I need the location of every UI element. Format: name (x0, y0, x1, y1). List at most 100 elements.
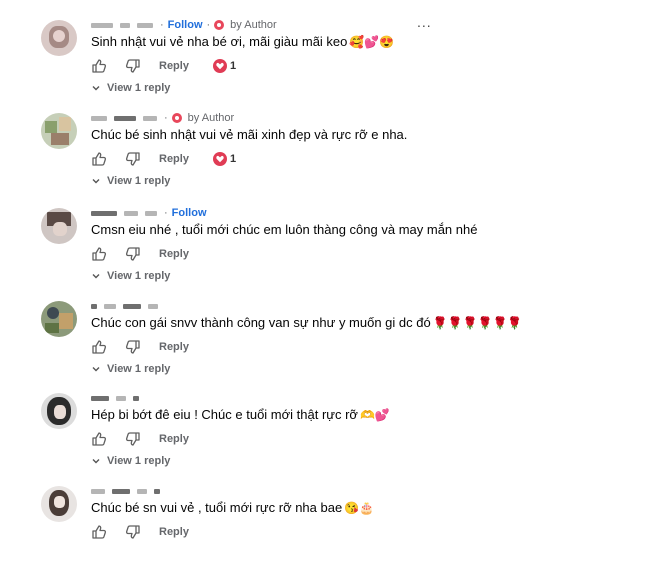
comment-text: Chúc bé sinh nhật vui vẻ mãi xinh đẹp và… (91, 127, 408, 142)
thumbs-down-icon[interactable] (125, 58, 141, 74)
view-replies-button[interactable]: View 1 reply (91, 175, 170, 187)
comment-text-row: Hép bi bớt đê eiu ! Chúc e tuổi mới thật… (91, 407, 390, 422)
comment-emoji: 🥰💕😍 (349, 34, 395, 49)
view-replies-button[interactable]: View 1 reply (91, 455, 170, 467)
blurred-username (137, 22, 153, 28)
comment-actions: Reply (91, 430, 213, 448)
chevron-down-icon (92, 274, 100, 279)
blurred-username (91, 210, 117, 216)
avatar[interactable] (41, 20, 77, 56)
blurred-username (143, 115, 157, 121)
thumbs-up-icon[interactable] (91, 339, 107, 355)
reply-button[interactable]: Reply (159, 341, 189, 353)
comment-text: Sinh nhật vui vẻ nha bé ơi, mãi giàu mãi… (91, 34, 348, 49)
chevron-down-icon (92, 179, 100, 184)
thumbs-up-icon[interactable] (91, 58, 107, 74)
comment-meta: · Follow (91, 206, 207, 220)
reply-button[interactable]: Reply (159, 60, 189, 72)
thumbs-up-icon[interactable] (91, 524, 107, 540)
comment-meta (91, 484, 163, 498)
blurred-username (123, 303, 141, 309)
thumbs-up-icon[interactable] (91, 431, 107, 447)
author-badge-label: by Author (230, 19, 277, 31)
thumbs-down-icon[interactable] (125, 246, 141, 262)
separator-dot: · (206, 19, 211, 31)
reply-button[interactable]: Reply (159, 153, 189, 165)
thumbs-down-icon[interactable] (125, 151, 141, 167)
view-replies-button[interactable]: View 1 reply (91, 363, 170, 375)
comment-emoji: 🫶💕 (359, 407, 390, 422)
avatar[interactable] (41, 301, 77, 337)
blurred-username (145, 210, 157, 216)
blurred-username (133, 395, 139, 401)
blurred-username (154, 488, 160, 494)
separator-dot: · (164, 207, 168, 219)
chevron-down-icon (92, 367, 100, 372)
comment-text-row: Cmsn eiu nhé , tuổi mới chúc em luôn thà… (91, 222, 477, 237)
author-badge-label: by Author (187, 112, 235, 124)
chevron-down-icon (92, 459, 100, 464)
comment-meta (91, 391, 142, 405)
comment-actions: Reply (91, 523, 213, 541)
reply-button[interactable]: Reply (159, 526, 189, 538)
blurred-username (114, 115, 136, 121)
comment-item: Hép bi bớt đê eiu ! Chúc e tuổi mới thật… (0, 393, 659, 473)
thumbs-up-icon[interactable] (91, 151, 107, 167)
comment-actions: Reply (91, 338, 213, 356)
comment-actions: Reply 1 (91, 150, 236, 168)
heart-icon (212, 152, 227, 166)
blurred-username (91, 303, 97, 309)
reply-button[interactable]: Reply (159, 433, 189, 445)
heart-reaction: 1 (212, 152, 237, 166)
heart-reaction: 1 (212, 59, 236, 73)
blurred-username (91, 488, 105, 494)
comment-meta (91, 299, 161, 313)
comment-text: Chúc bé sn vui vẻ , tuổi mới rực rỡ nha … (91, 500, 343, 515)
comment-text: Chúc con gái snvv thành công van sự như … (91, 315, 431, 330)
blurred-username (112, 488, 130, 494)
view-replies-label: View 1 reply (107, 270, 171, 282)
separator-dot: · (164, 112, 168, 124)
avatar[interactable] (41, 393, 77, 429)
chevron-down-icon (92, 86, 100, 91)
thumbs-down-icon[interactable] (125, 339, 141, 355)
follow-link[interactable]: Follow (168, 19, 203, 31)
comment-item: Chúc bé sn vui vẻ , tuổi mới rực rỡ nha … (0, 486, 659, 566)
view-replies-button[interactable]: View 1 reply (91, 270, 170, 282)
view-replies-label: View 1 reply (107, 455, 171, 467)
view-replies-label: View 1 reply (107, 175, 171, 187)
comment-actions: Reply 1 (91, 57, 236, 75)
thumbs-up-icon[interactable] (91, 246, 107, 262)
follow-link[interactable]: Follow (172, 207, 207, 219)
blurred-username (148, 303, 158, 309)
blurred-username (91, 22, 113, 28)
comment-text-row: Chúc bé sinh nhật vui vẻ mãi xinh đẹp và… (91, 127, 407, 142)
comment-item: · Follow · by Author ... Sinh nhật vui v… (0, 14, 659, 100)
comment-item: Chúc con gái snvv thành công van sự như … (0, 301, 659, 381)
comment-text-row: Chúc bé sn vui vẻ , tuổi mới rực rỡ nha … (91, 500, 374, 515)
more-options-button[interactable]: ... (417, 14, 432, 30)
comment-actions: Reply (91, 245, 213, 263)
avatar[interactable] (41, 208, 77, 244)
avatar[interactable] (41, 486, 77, 522)
view-replies-button[interactable]: View 1 reply (91, 82, 170, 94)
thumbs-down-icon[interactable] (125, 431, 141, 447)
blurred-username (116, 395, 126, 401)
comment-text-row: Sinh nhật vui vẻ nha bé ơi, mãi giàu mãi… (91, 34, 394, 49)
heart-count: 1 (229, 153, 237, 165)
blurred-username (104, 303, 116, 309)
thumbs-down-icon[interactable] (125, 524, 141, 540)
blurred-username (91, 115, 107, 121)
author-badge-icon (171, 113, 182, 123)
view-replies-label: View 1 reply (107, 363, 171, 375)
view-replies-label: View 1 reply (107, 82, 171, 94)
comment-text: Hép bi bớt đê eiu ! Chúc e tuổi mới thật… (91, 407, 358, 422)
comment-meta: · Follow · by Author (91, 18, 277, 32)
blurred-username (137, 488, 147, 494)
reply-button[interactable]: Reply (159, 248, 189, 260)
avatar[interactable] (41, 113, 77, 149)
comment-item: · Follow Cmsn eiu nhé , tuổi mới chúc em… (0, 206, 659, 288)
comment-text: Cmsn eiu nhé , tuổi mới chúc em luôn thà… (91, 222, 478, 237)
comment-emoji: 🌹🌹🌹🌹🌹🌹 (432, 315, 523, 330)
separator-dot: · (160, 19, 164, 31)
